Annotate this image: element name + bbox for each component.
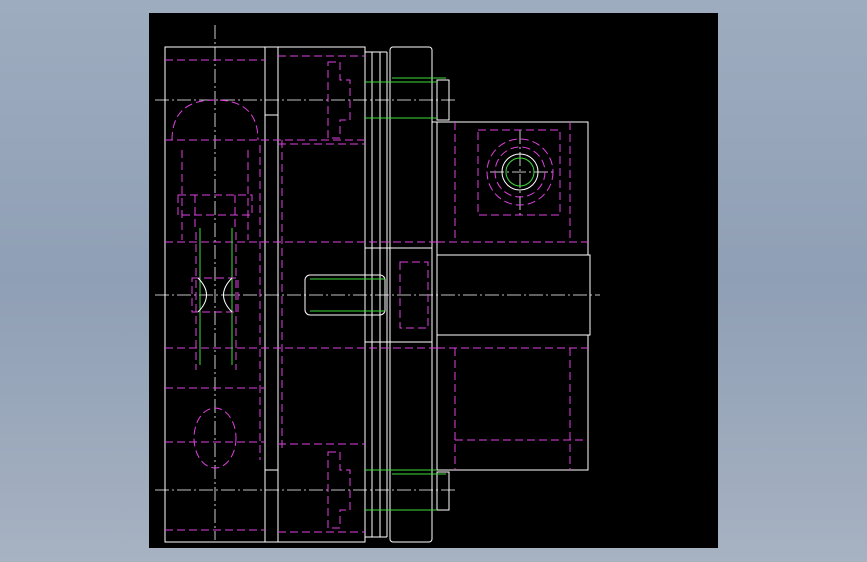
hub-body (277, 46, 433, 543)
bolt-bottom (278, 443, 450, 533)
cad-viewport[interactable]: .o { stroke: #ffffff; stroke-width: 1; f… (0, 0, 867, 562)
coupling-half-right (432, 121, 591, 471)
hub-rect (277, 46, 366, 543)
centerlines (155, 25, 600, 540)
flange-plate (389, 46, 433, 543)
clamp-body-left (164, 46, 279, 543)
cad-drawing: .o { stroke: #ffffff; stroke-width: 1; f… (155, 25, 600, 543)
setscrew-hole (477, 129, 561, 216)
hub-lower (437, 334, 589, 471)
